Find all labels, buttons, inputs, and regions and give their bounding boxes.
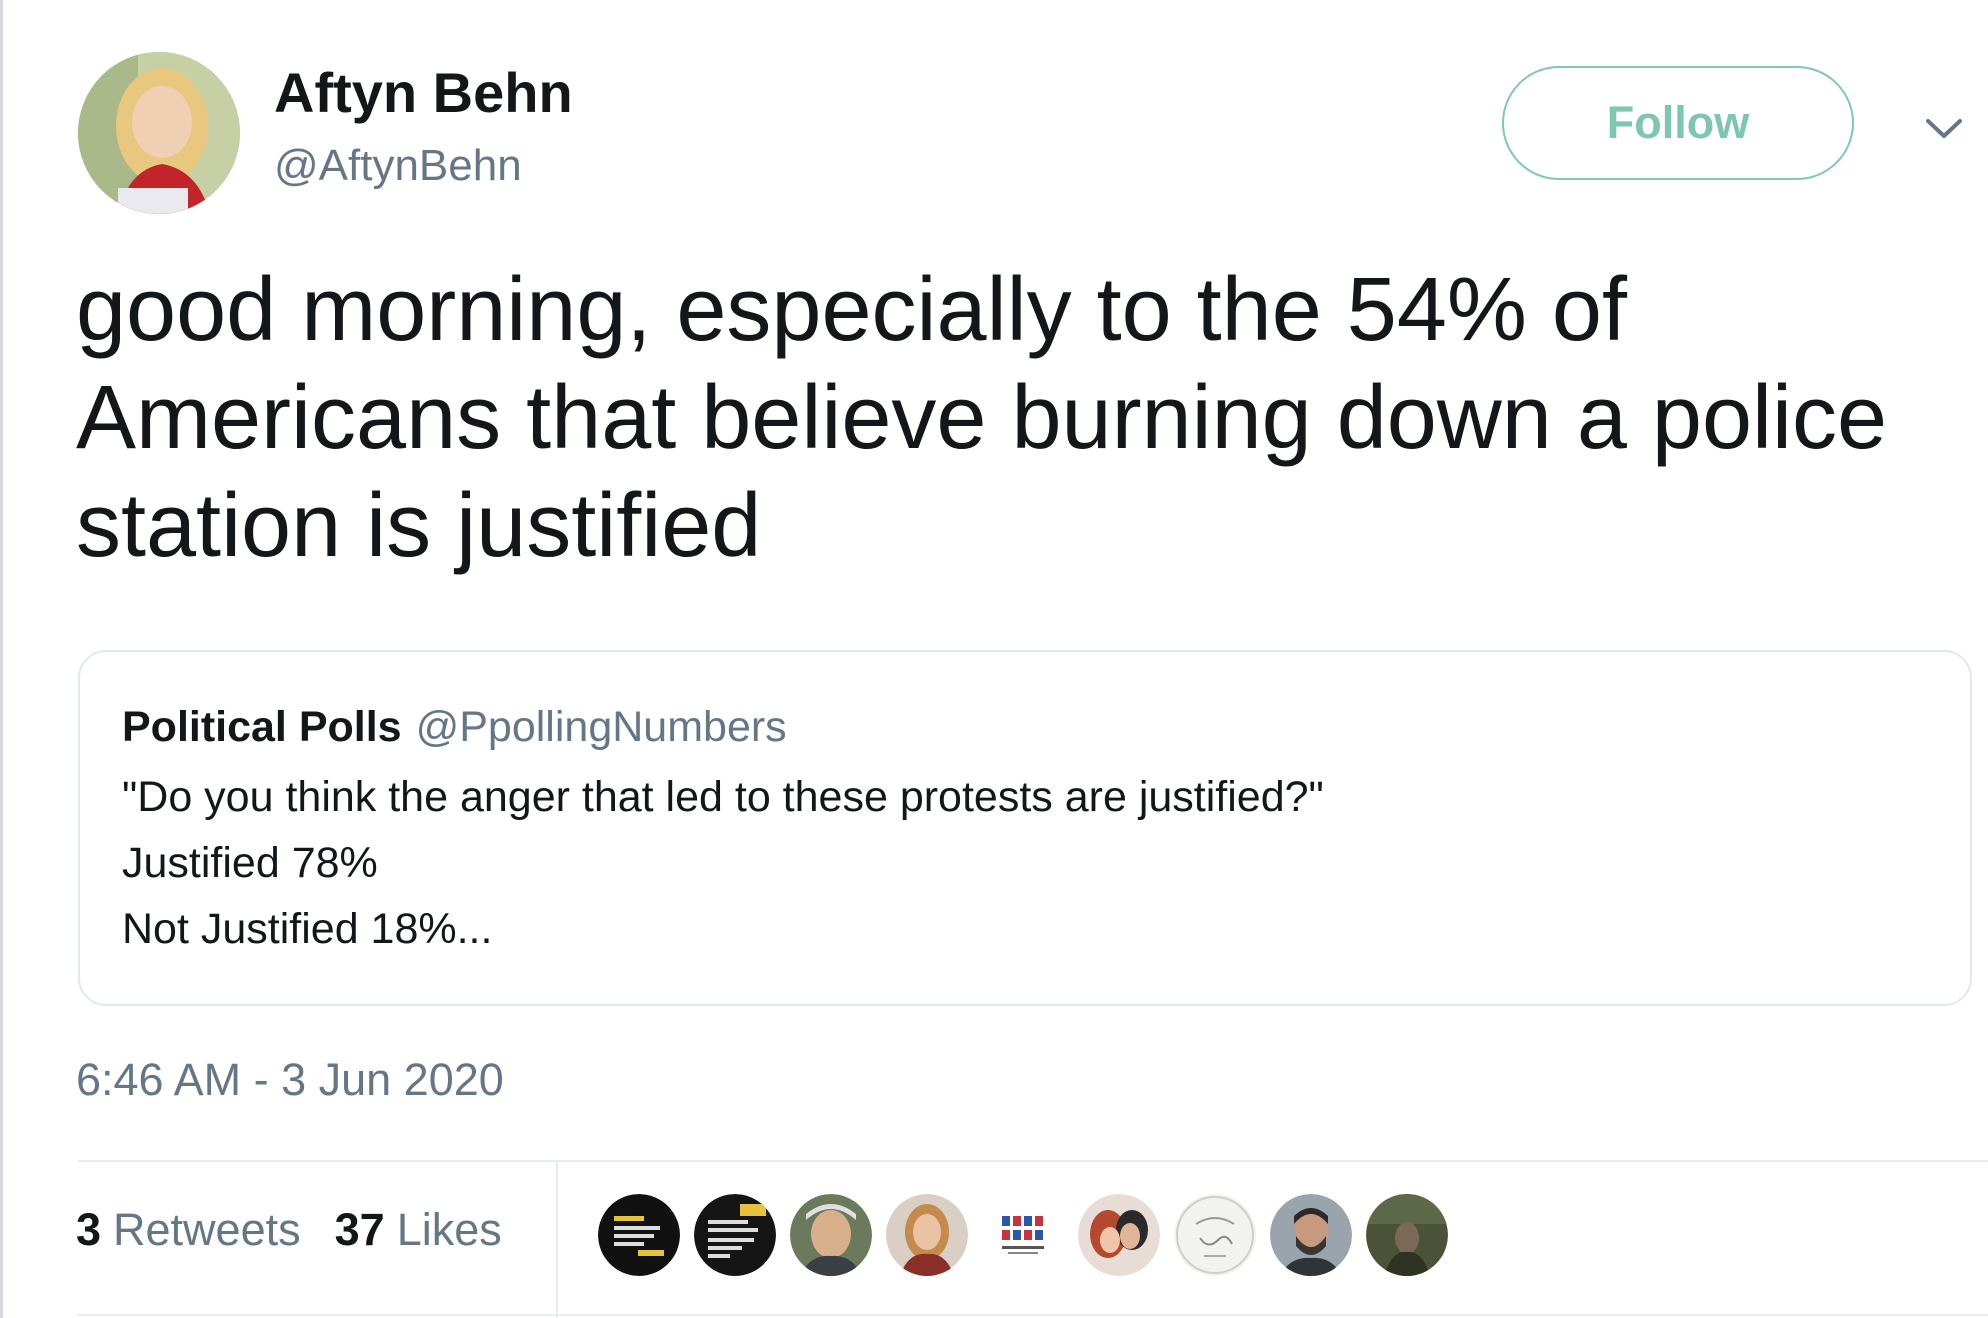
author-display-name[interactable]: Aftyn Behn: [274, 58, 573, 128]
in-defense-of-black-life-avatar-icon: [598, 1194, 680, 1276]
author-avatar[interactable]: [78, 52, 240, 214]
in-defense-of-black-life-avatar-icon: [694, 1194, 776, 1276]
liker-avatar[interactable]: [790, 1194, 872, 1276]
divider: [556, 1162, 558, 1318]
chevron-down-icon: [1926, 119, 1962, 138]
tweet-text-line: Americans that believe burning down a po…: [76, 368, 1888, 468]
tweet-text-line: station is justified: [76, 476, 762, 576]
outdoor-avatar-icon: [1366, 1194, 1448, 1276]
likes-count: 37: [334, 1204, 385, 1255]
retweets-stat[interactable]: 3 Retweets: [76, 1204, 301, 1255]
sketch-avatar-icon: [1174, 1194, 1256, 1276]
quoted-author-name: Political Polls: [122, 703, 402, 751]
liker-avatar[interactable]: [1366, 1194, 1448, 1276]
likes-label: Likes: [396, 1204, 502, 1255]
quoted-tweet-header: Political Polls @PpollingNumbers: [122, 700, 787, 754]
liker-avatar[interactable]: [598, 1194, 680, 1276]
quoted-tweet[interactable]: Political Polls @PpollingNumbers "Do you …: [78, 650, 1972, 1006]
liker-avatar[interactable]: [1174, 1194, 1256, 1276]
divider: [78, 1160, 1988, 1162]
liker-avatar[interactable]: [982, 1194, 1064, 1276]
retweets-count: 3: [76, 1204, 102, 1255]
person-avatar-icon: [1270, 1194, 1352, 1276]
author-handle[interactable]: @AftynBehn: [274, 138, 522, 194]
divider: [78, 1314, 1988, 1316]
more-options-button[interactable]: [1914, 104, 1974, 154]
quoted-tweet-line: Not Justified 18%...: [122, 905, 493, 953]
logo-avatar-icon: [982, 1194, 1064, 1276]
person-avatar-icon: [790, 1194, 872, 1276]
person-avatar-icon: [886, 1194, 968, 1276]
liker-avatar[interactable]: [694, 1194, 776, 1276]
liker-avatar[interactable]: [886, 1194, 968, 1276]
retweets-label: Retweets: [113, 1204, 301, 1255]
liker-avatar[interactable]: [1078, 1194, 1160, 1276]
people-avatar-icon: [1078, 1194, 1160, 1276]
follow-button[interactable]: Follow: [1502, 66, 1854, 180]
quoted-author-handle: @PpollingNumbers: [415, 703, 787, 751]
tweet-timestamp[interactable]: 6:46 AM - 3 Jun 2020: [76, 1052, 504, 1108]
tweet-card: Aftyn Behn @AftynBehn Follow good mornin…: [0, 0, 1988, 1318]
profile-photo-avatar-icon: [78, 52, 240, 214]
liker-avatar[interactable]: [1270, 1194, 1352, 1276]
quoted-tweet-line: Justified 78%: [122, 839, 378, 887]
quoted-tweet-line: "Do you think the anger that led to thes…: [122, 773, 1324, 821]
liker-avatars: [598, 1194, 1448, 1278]
tweet-stats: 3 Retweets 37 Likes: [76, 1200, 502, 1260]
likes-stat[interactable]: 37 Likes: [335, 1204, 502, 1255]
tweet-text-line: good morning, especially to the 54% of: [76, 260, 1627, 360]
tweet-text: good morning, especially to the 54% of A…: [76, 256, 1976, 580]
